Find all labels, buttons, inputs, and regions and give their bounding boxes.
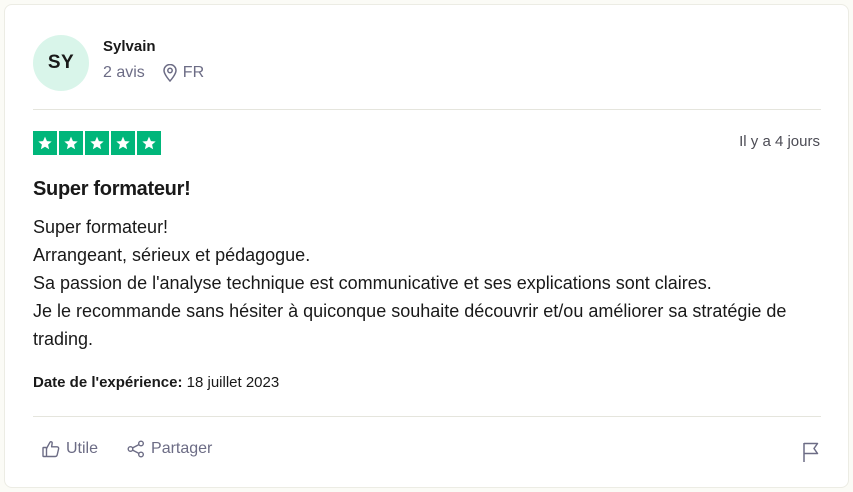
reviewer-country: FR	[182, 64, 205, 81]
share-label: Partager	[151, 440, 213, 457]
star-icon	[111, 131, 135, 155]
review-title[interactable]: Super formateur!	[33, 178, 191, 201]
experience-date-value: 18 juillet 2023	[186, 374, 280, 391]
star-icon	[85, 131, 109, 155]
share-button[interactable]: Partager	[126, 439, 212, 459]
experience-date-label: Date de l'expérience:	[33, 374, 183, 391]
avatar[interactable]: SY	[33, 35, 89, 91]
reviewer-name[interactable]: Sylvain	[103, 38, 204, 56]
review-body: Super formateur! Arrangeant, sérieux et …	[33, 213, 823, 353]
review-body-line: Je le recommande sans hésiter à quiconqu…	[33, 301, 787, 349]
star-icon	[33, 131, 57, 155]
star-icon	[137, 131, 161, 155]
reviews-count: 2 avis	[103, 64, 145, 81]
review-card: SY Sylvain 2 avis FR Il y a 4 jours Supe…	[4, 4, 849, 488]
divider	[33, 109, 821, 110]
star-icon	[59, 131, 83, 155]
useful-button[interactable]: Utile	[41, 439, 98, 459]
flag-icon[interactable]	[802, 441, 820, 468]
review-body-line: Super formateur!	[33, 217, 169, 237]
reviewer-meta: 2 avis FR	[103, 64, 204, 82]
divider	[33, 416, 821, 417]
useful-label: Utile	[66, 440, 99, 457]
review-body-line: Arrangeant, sérieux et pédagogue.	[33, 245, 311, 265]
review-actions: Utile Partager	[41, 439, 212, 459]
share-icon	[127, 440, 145, 458]
location-pin-icon	[163, 64, 177, 82]
thumbs-up-icon	[42, 441, 60, 458]
reviewer-header: SY Sylvain 2 avis FR	[33, 33, 204, 93]
review-body-line: Sa passion de l'analyse technique est co…	[33, 273, 712, 293]
reviewer-info: Sylvain 2 avis FR	[103, 38, 204, 82]
experience-date: Date de l'expérience: 18 juillet 2023	[33, 374, 279, 391]
star-rating	[33, 131, 161, 155]
review-relative-date: Il y a 4 jours	[739, 133, 820, 150]
